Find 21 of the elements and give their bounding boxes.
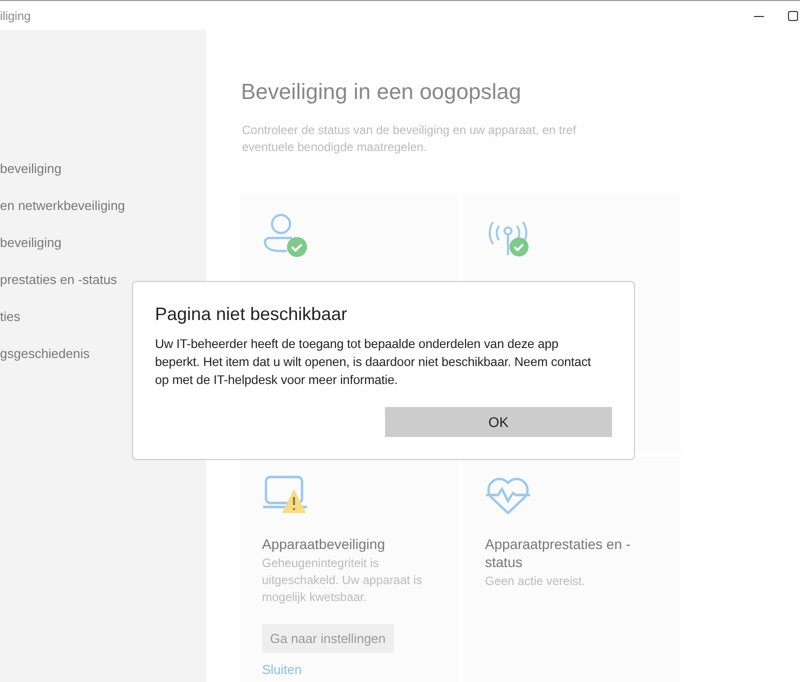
page-subtitle: Controleer de status van de beveiliging en uw apparaat, en tref eventuele benodigde maatregelen. <box>242 122 578 156</box>
nav-item[interactable]: beveiliging <box>0 234 62 252</box>
ok-button[interactable]: OK <box>385 407 612 437</box>
heart-pulse-icon <box>485 475 531 515</box>
card-title: Apparaatprestaties en -status <box>485 535 632 571</box>
nav-item[interactable]: gsgeschiedenis <box>0 345 90 363</box>
dialog-title: Pagina niet beschikbaar <box>155 303 348 326</box>
laptop-warning-icon <box>262 475 308 515</box>
settings-button[interactable]: Ga naar instellingen <box>262 624 394 653</box>
maximize-icon <box>788 10 798 20</box>
nav-item[interactable]: beveiliging <box>0 160 62 178</box>
nav-item[interactable]: en netwerkbeveiliging <box>0 197 126 215</box>
page-heading: Beveiliging in een oogopslag <box>241 78 522 106</box>
nav-item[interactable]: prestaties en -status <box>0 271 118 289</box>
nav-item[interactable]: ties <box>0 308 20 326</box>
dialog-message: Uw IT-beheerder heeft de toegang tot bepaalde onderdelen van deze app beperkt. Het item dat u wilt openen, is daardoor niet beschikbaar. Neem contact op met de IT-helpdesk voor meer informatie. <box>155 336 592 389</box>
window-title: iliging <box>0 8 32 22</box>
card-title: Apparaatbeveiliging <box>262 535 385 553</box>
card-description: Geen actie vereist. <box>485 573 586 590</box>
person-check-icon <box>262 212 308 258</box>
card-description: Geheugenintegriteit is uitgeschakeld. Uw apparaat is mogelijk kwetsbaar. <box>262 555 424 606</box>
